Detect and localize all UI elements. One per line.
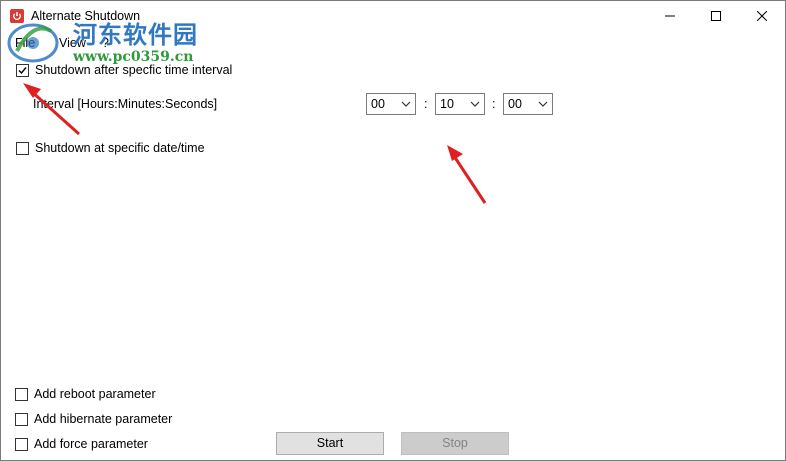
annotation-arrows [23, 83, 487, 204]
annotation-arrow-right [447, 145, 487, 204]
annotation-arrow-left [23, 83, 81, 136]
app-window: Alternate Shutdown File View ? 河东软件园 www… [0, 0, 786, 461]
